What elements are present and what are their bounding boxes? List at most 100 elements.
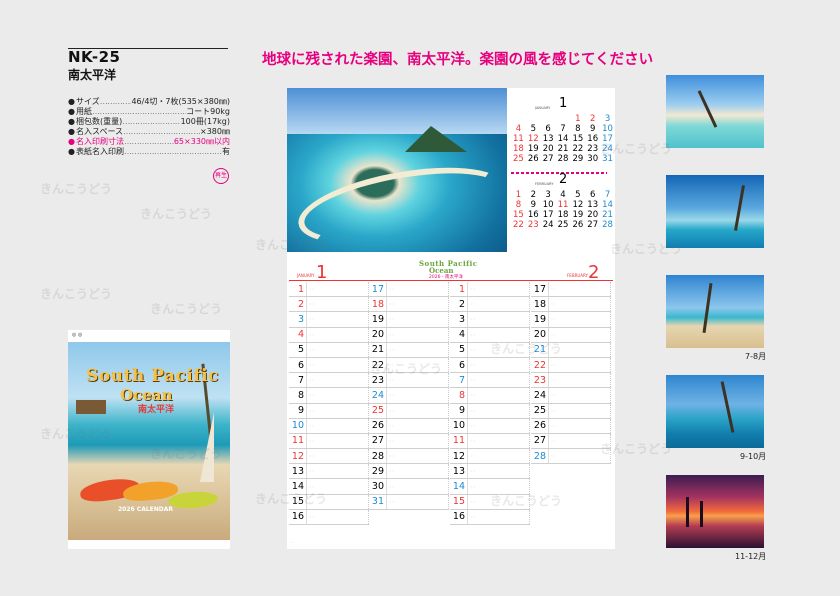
memo-space: [476, 464, 530, 479]
day-row: 20 ◦ ◦: [369, 327, 449, 343]
mini-day: 10: [542, 200, 554, 210]
mini-day: 21: [602, 210, 613, 220]
day-number: 2: [450, 297, 468, 312]
memo-space: [476, 297, 530, 312]
day-row: 28 ◦ ◦: [531, 449, 611, 465]
day-number: 21: [531, 342, 549, 357]
memo-space: [395, 494, 449, 509]
mini-day: 16: [587, 134, 599, 144]
day-row: 12 ◦ ◦: [289, 449, 369, 465]
mini-day: 4: [515, 124, 522, 134]
day-number: 27: [369, 433, 387, 449]
spec-item-print-size: ●名入印刷寸法65×330㎜以内: [68, 137, 230, 147]
day-row: 21 ◦ ◦: [369, 342, 449, 358]
day-number: 8: [289, 388, 307, 403]
memo-space: [395, 373, 449, 388]
mini-day: 6: [545, 124, 551, 134]
day-number: 2: [289, 297, 307, 312]
mini-day: 28: [602, 220, 613, 230]
day-number: 9: [450, 403, 468, 418]
thumbnail-overwater: [666, 375, 764, 448]
memo-space: [315, 312, 369, 327]
cover-image: ◎ ◎ South Pacific Ocean 南太平洋 2026 CALEND…: [68, 330, 244, 549]
memo-space: [395, 388, 449, 403]
day-row: 18 ◦ ◦: [531, 297, 611, 313]
day-column: 17 ◦ ◦ 18 ◦ ◦ 19 ◦ ◦ 20 ◦ ◦ 21 ◦ ◦ 22 ◦ ◦ 23 ◦ ◦ 24 ◦ ◦…: [369, 282, 449, 510]
mini-day: 6: [590, 190, 596, 200]
day-number: 1: [289, 282, 307, 297]
day-row: 18 ◦ ◦: [369, 297, 449, 313]
mini-day: 1: [515, 190, 522, 200]
memo-space: [476, 282, 530, 297]
cover-subtitle: 2026 CALENDAR: [118, 506, 174, 513]
day-number: 20: [531, 327, 549, 342]
mini-calendar-grid: 1 2 3 4 5 6 7 8 9 10 11 12 13 14 15 16 17 18 19 20 21 22 23 24 2…: [511, 190, 615, 230]
mini-day: 16: [527, 210, 539, 220]
day-number: 12: [289, 449, 307, 464]
memo-space: [395, 342, 449, 357]
mini-day: 19: [572, 210, 584, 220]
memo-space: [395, 403, 449, 418]
day-row: 23 ◦ ◦: [369, 373, 449, 389]
thumbnail-sunset: [666, 475, 764, 548]
day-row: 25 ◦ ◦: [531, 403, 611, 419]
memo-space: [315, 357, 369, 373]
mini-day: 26: [527, 154, 539, 164]
day-number: 7: [289, 373, 307, 388]
day-column: 1 ◦ ◦ 2 ◦ ◦ 3 ◦ ◦ 4 ◦ ◦ 5 ◦ ◦ 6 ◦ ◦ 7 ◦ ◦ 8 ◦ ◦ 9 ◦ ◦ 10 ◦ …: [450, 282, 530, 525]
mini-calendar-january: JANUARY 1 1 2 3 4 5 6 7 8 9 10 11 12 13 14 15 16 17 18 19 20…: [511, 96, 615, 164]
memo-space: [395, 312, 449, 327]
day-number: 24: [369, 388, 387, 403]
day-row: 1 ◦ ◦: [289, 282, 369, 298]
day-number: 11: [289, 433, 307, 449]
day-number: 24: [531, 388, 549, 403]
memo-space: [476, 327, 530, 342]
mini-day: [541, 114, 556, 124]
mini-day: 15: [572, 134, 584, 144]
mini-day: 21: [557, 144, 569, 154]
day-number: 1: [450, 282, 468, 297]
mini-day: 9: [530, 200, 536, 210]
day-column: 1 ◦ ◦ 2 ◦ ◦ 3 ◦ ◦ 4 ◦ ◦ 5 ◦ ◦ 6 ◦ ◦ 7 ◦ ◦ 8 ◦ ◦ 9 ◦ ◦ 10 ◦ …: [289, 282, 369, 525]
island-photo: [287, 88, 514, 258]
mini-day: 11: [557, 200, 569, 210]
mini-calendar-february: FEBRUARY 2 1 2 3 4 5 6 7 8 9 10 11 12 13 14 15 16 17 18 19 2…: [511, 172, 615, 230]
mini-day: 26: [572, 220, 584, 230]
day-row: 26 ◦ ◦: [531, 418, 611, 434]
day-row: 3 ◦ ◦: [289, 312, 369, 328]
day-row: 10 ◦ ◦: [450, 418, 530, 434]
day-row: 24 ◦ ◦: [531, 388, 611, 404]
day-row: 13 ◦ ◦: [450, 464, 530, 480]
mini-day: 29: [572, 154, 584, 164]
thumbnail-lagoon: [666, 175, 764, 248]
day-number: 6: [289, 357, 307, 373]
mini-day: 27: [587, 220, 599, 230]
day-row: 14 ◦ ◦: [450, 479, 530, 495]
memo-space: [557, 312, 611, 327]
day-row: 15 ◦ ◦: [289, 494, 369, 510]
mini-day: 18: [513, 144, 524, 154]
day-number: 23: [531, 373, 549, 388]
spec-item-cover-print: ●表紙名入印刷有: [68, 147, 230, 157]
watermark: きんこうどう: [40, 182, 113, 196]
day-row: 25 ◦ ◦: [369, 403, 449, 419]
day-number: 11: [450, 433, 468, 449]
mini-day: 11: [513, 134, 524, 144]
day-row: 15 ◦ ◦: [450, 494, 530, 510]
mini-day: 10: [602, 124, 613, 134]
memo-space: [315, 479, 369, 494]
day-number: 9: [289, 403, 307, 418]
day-number: 22: [369, 357, 387, 373]
memo-space: [315, 494, 369, 509]
memo-space: [476, 342, 530, 357]
mini-day: 20: [542, 144, 554, 154]
memo-space: [476, 509, 530, 524]
day-row: 29 ◦ ◦: [369, 464, 449, 480]
day-row: 6 ◦ ◦: [450, 357, 530, 374]
mini-day: 5: [530, 124, 536, 134]
day-number: 26: [369, 418, 387, 433]
mini-day: 15: [513, 210, 524, 220]
day-number: 15: [289, 494, 307, 509]
day-number: 8: [450, 388, 468, 403]
mini-day: 25: [513, 154, 524, 164]
